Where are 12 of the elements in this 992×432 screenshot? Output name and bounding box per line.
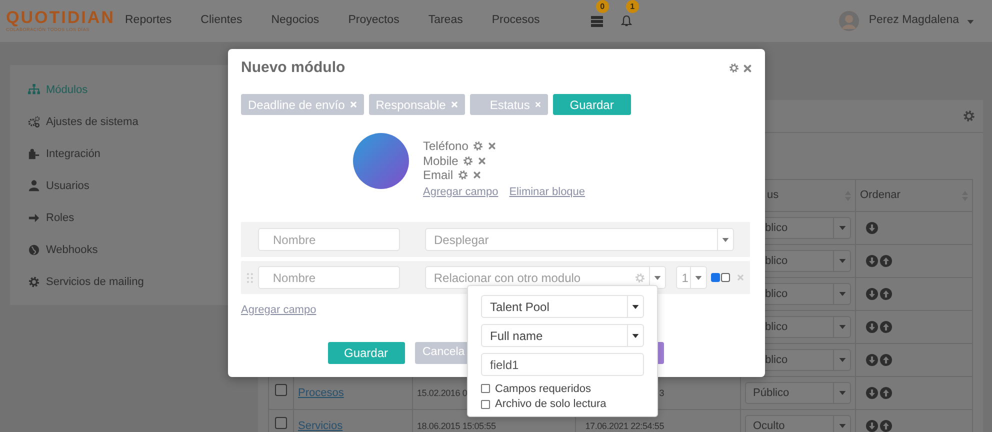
notification-badge: 0: [596, 0, 609, 13]
modified-date: 3: [659, 388, 664, 398]
dialog-title: Nuevo módulo: [241, 58, 346, 78]
contact-field: Teléfono: [423, 139, 468, 154]
created-date: 18.06.2015 15:05:55: [417, 420, 496, 431]
modified-date: 17.06.2021 22:54:55: [585, 420, 664, 431]
contact-field: Email: [423, 168, 454, 182]
checkbox-label: Archivo de solo lectura: [495, 397, 606, 412]
notification-badge: 1: [626, 0, 639, 13]
contact-field: Mobile: [423, 154, 458, 168]
created-date: 15.02.2016 0: [417, 388, 468, 398]
checkbox-label: Campos requeridos: [495, 382, 591, 396]
